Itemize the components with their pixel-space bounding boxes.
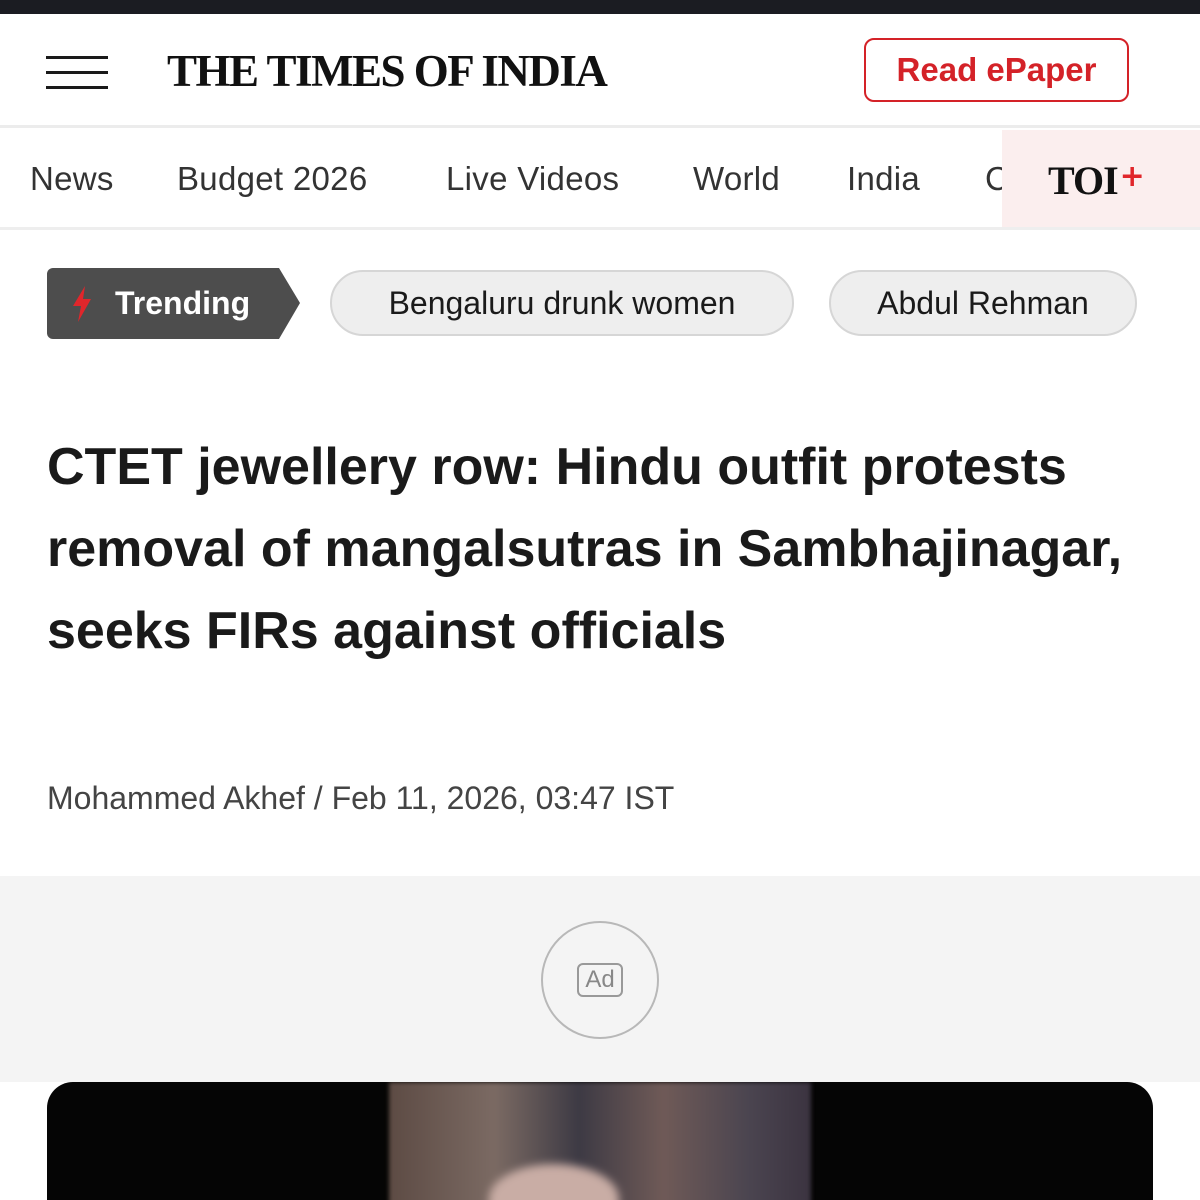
top-status-strip xyxy=(0,0,1200,14)
site-header: THE TIMES OF INDIA Read ePaper xyxy=(0,14,1200,128)
nav-item-live-videos[interactable]: Live Videos xyxy=(446,130,619,227)
trending-tag: Trending xyxy=(47,268,300,339)
trending-topic-pill[interactable]: Abdul Rehman xyxy=(829,270,1137,336)
nav-item-india[interactable]: India xyxy=(847,130,920,227)
nav-item-news[interactable]: News xyxy=(30,130,114,227)
nav-item-world[interactable]: World xyxy=(693,130,780,227)
toi-plus-symbol: + xyxy=(1119,158,1145,194)
ad-circle-icon: Ad xyxy=(541,921,659,1039)
article-byline: Mohammed Akhef / Feb 11, 2026, 03:47 IST xyxy=(47,780,675,816)
lightning-bolt-icon xyxy=(73,285,91,322)
video-thumbnail xyxy=(389,1082,811,1200)
toi-plus-button[interactable]: TOI + xyxy=(1002,130,1200,227)
video-player[interactable] xyxy=(47,1082,1153,1200)
trending-topic-pill[interactable]: Bengaluru drunk women xyxy=(330,270,794,336)
trending-label: Trending xyxy=(115,285,251,321)
nav-item-budget[interactable]: Budget 2026 xyxy=(177,130,367,227)
site-logo[interactable]: THE TIMES OF INDIA xyxy=(167,44,608,98)
toi-plus-text: TOI xyxy=(1048,157,1119,203)
ad-placeholder: Ad xyxy=(0,876,1200,1082)
ad-badge: Ad xyxy=(577,963,623,997)
hamburger-menu-icon[interactable] xyxy=(46,56,108,90)
trending-bar: Trending Bengaluru drunk women Abdul Reh… xyxy=(0,268,1200,340)
read-epaper-button[interactable]: Read ePaper xyxy=(864,38,1129,102)
section-nav: News Budget 2026 Live Videos World India… xyxy=(0,130,1200,230)
article-headline: CTET jewellery row: Hindu outfit protest… xyxy=(47,438,1123,660)
